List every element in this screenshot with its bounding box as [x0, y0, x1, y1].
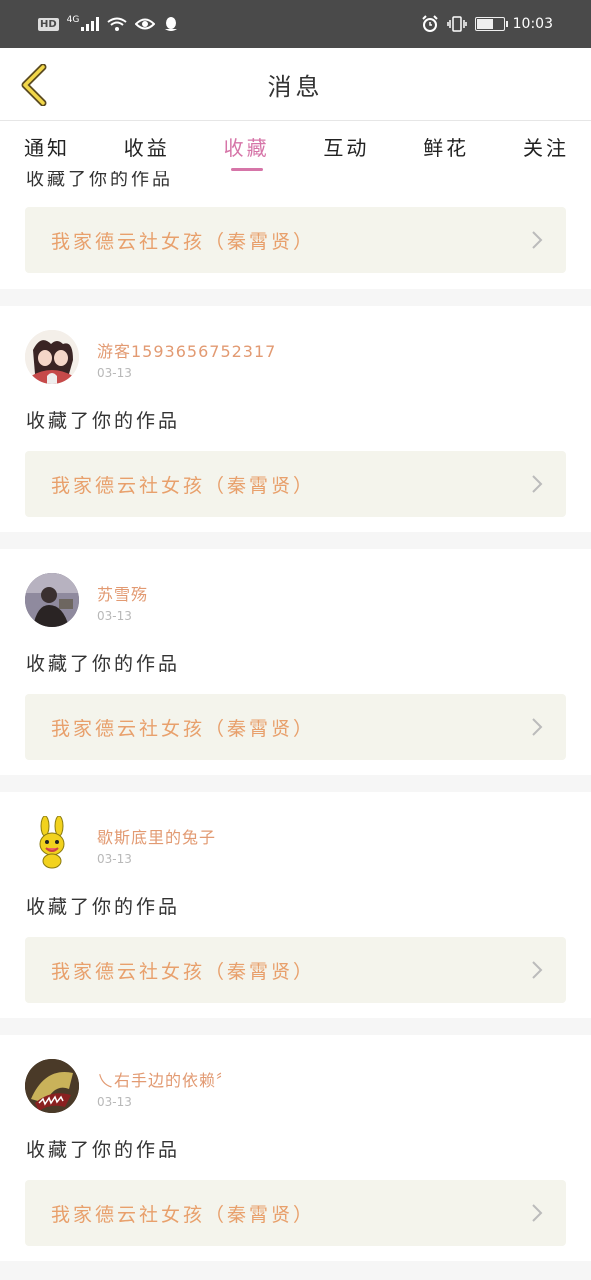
status-time: 10:03 [512, 16, 553, 32]
message-action-text: 收藏了你的作品 [26, 171, 173, 190]
divider [0, 532, 591, 549]
message-feed[interactable]: 收藏了你的作品 我家德云社女孩（秦霄贤） 游客1593656752317 03-… [0, 171, 591, 1280]
eye-icon [135, 17, 156, 31]
status-bar: HD 4G 10:03 [0, 0, 591, 48]
message-item: 游客1593656752317 03-13 收藏了你的作品 我家德云社女孩（秦霄… [0, 306, 591, 532]
vibrate-icon [446, 16, 467, 32]
chevron-left-icon [21, 64, 47, 106]
chevron-right-icon [532, 718, 543, 736]
message-item: 苏雪殇 03-13 收藏了你的作品 我家德云社女孩（秦霄贤） [0, 549, 591, 775]
tab-flowers[interactable]: 鲜花 [423, 121, 469, 171]
work-link[interactable]: 我家德云社女孩（秦霄贤） [25, 937, 566, 1003]
tab-notifications[interactable]: 通知 [24, 121, 70, 171]
work-title: 我家德云社女孩（秦霄贤） [51, 960, 316, 983]
yellow-bunny-avatar[interactable] [25, 816, 79, 870]
status-bar-left: HD 4G [38, 15, 179, 32]
tab-earnings[interactable]: 收益 [124, 121, 170, 171]
message-action-text: 收藏了你的作品 [26, 896, 181, 918]
message-date: 03-13 [97, 609, 132, 623]
work-title: 我家德云社女孩（秦霄贤） [51, 474, 316, 497]
message-date: 03-13 [97, 1095, 132, 1109]
network-4g-label: 4G [66, 15, 80, 25]
message-item: 歇斯底里的兔子 03-13 收藏了你的作品 我家德云社女孩（秦霄贤） [0, 792, 591, 1018]
message-action-text: 收藏了你的作品 [26, 410, 181, 432]
chevron-right-icon [532, 961, 543, 979]
username[interactable]: 游客1593656752317 [97, 338, 276, 362]
message-date: 03-13 [97, 852, 132, 866]
wifi-icon [107, 17, 127, 31]
work-link[interactable]: 我家德云社女孩（秦霄贤） [25, 451, 566, 517]
divider [0, 289, 591, 306]
alarm-icon [421, 15, 439, 33]
tab-favorites[interactable]: 收藏 [224, 121, 270, 171]
work-link[interactable]: 我家德云社女孩（秦霄贤） [25, 1180, 566, 1246]
message-action-text: 收藏了你的作品 [26, 653, 181, 675]
page-title: 消息 [267, 72, 324, 101]
hd-badge: HD [38, 17, 59, 31]
person-photo-avatar[interactable] [25, 573, 79, 627]
divider [0, 1261, 591, 1278]
username[interactable]: 歇斯底里的兔子 [97, 824, 216, 848]
work-title: 我家德云社女孩（秦霄贤） [51, 230, 316, 253]
anime-couple-avatar[interactable] [25, 330, 79, 384]
tab-bar: 通知 收益 收藏 互动 鲜花 关注 [0, 121, 591, 171]
username[interactable]: 苏雪殇 [97, 581, 148, 605]
work-title: 我家德云社女孩（秦霄贤） [51, 1203, 316, 1226]
tab-interactions[interactable]: 互动 [323, 121, 369, 171]
chevron-right-icon [532, 475, 543, 493]
qq-icon [163, 16, 179, 32]
back-button[interactable] [12, 60, 56, 110]
tab-follows[interactable]: 关注 [523, 121, 569, 171]
status-bar-right: 10:03 [421, 15, 553, 33]
chevron-right-icon [532, 1204, 543, 1222]
battery-icon [474, 17, 508, 31]
shark-avatar[interactable] [25, 1059, 79, 1113]
message-action-text: 收藏了你的作品 [26, 1139, 181, 1161]
message-item: 乀右手边的依赖〞 03-13 收藏了你的作品 我家德云社女孩（秦霄贤） [0, 1035, 591, 1261]
signal-icon [81, 17, 100, 31]
divider [0, 1018, 591, 1035]
message-item: 收藏了你的作品 我家德云社女孩（秦霄贤） [0, 171, 591, 289]
work-title: 我家德云社女孩（秦霄贤） [51, 717, 316, 740]
message-date: 03-13 [97, 366, 132, 380]
nav-header: 消息 [0, 48, 591, 121]
work-link[interactable]: 我家德云社女孩（秦霄贤） [25, 207, 566, 273]
chevron-right-icon [532, 231, 543, 249]
username[interactable]: 乀右手边的依赖〞 [97, 1067, 233, 1091]
divider [0, 775, 591, 792]
work-link[interactable]: 我家德云社女孩（秦霄贤） [25, 694, 566, 760]
